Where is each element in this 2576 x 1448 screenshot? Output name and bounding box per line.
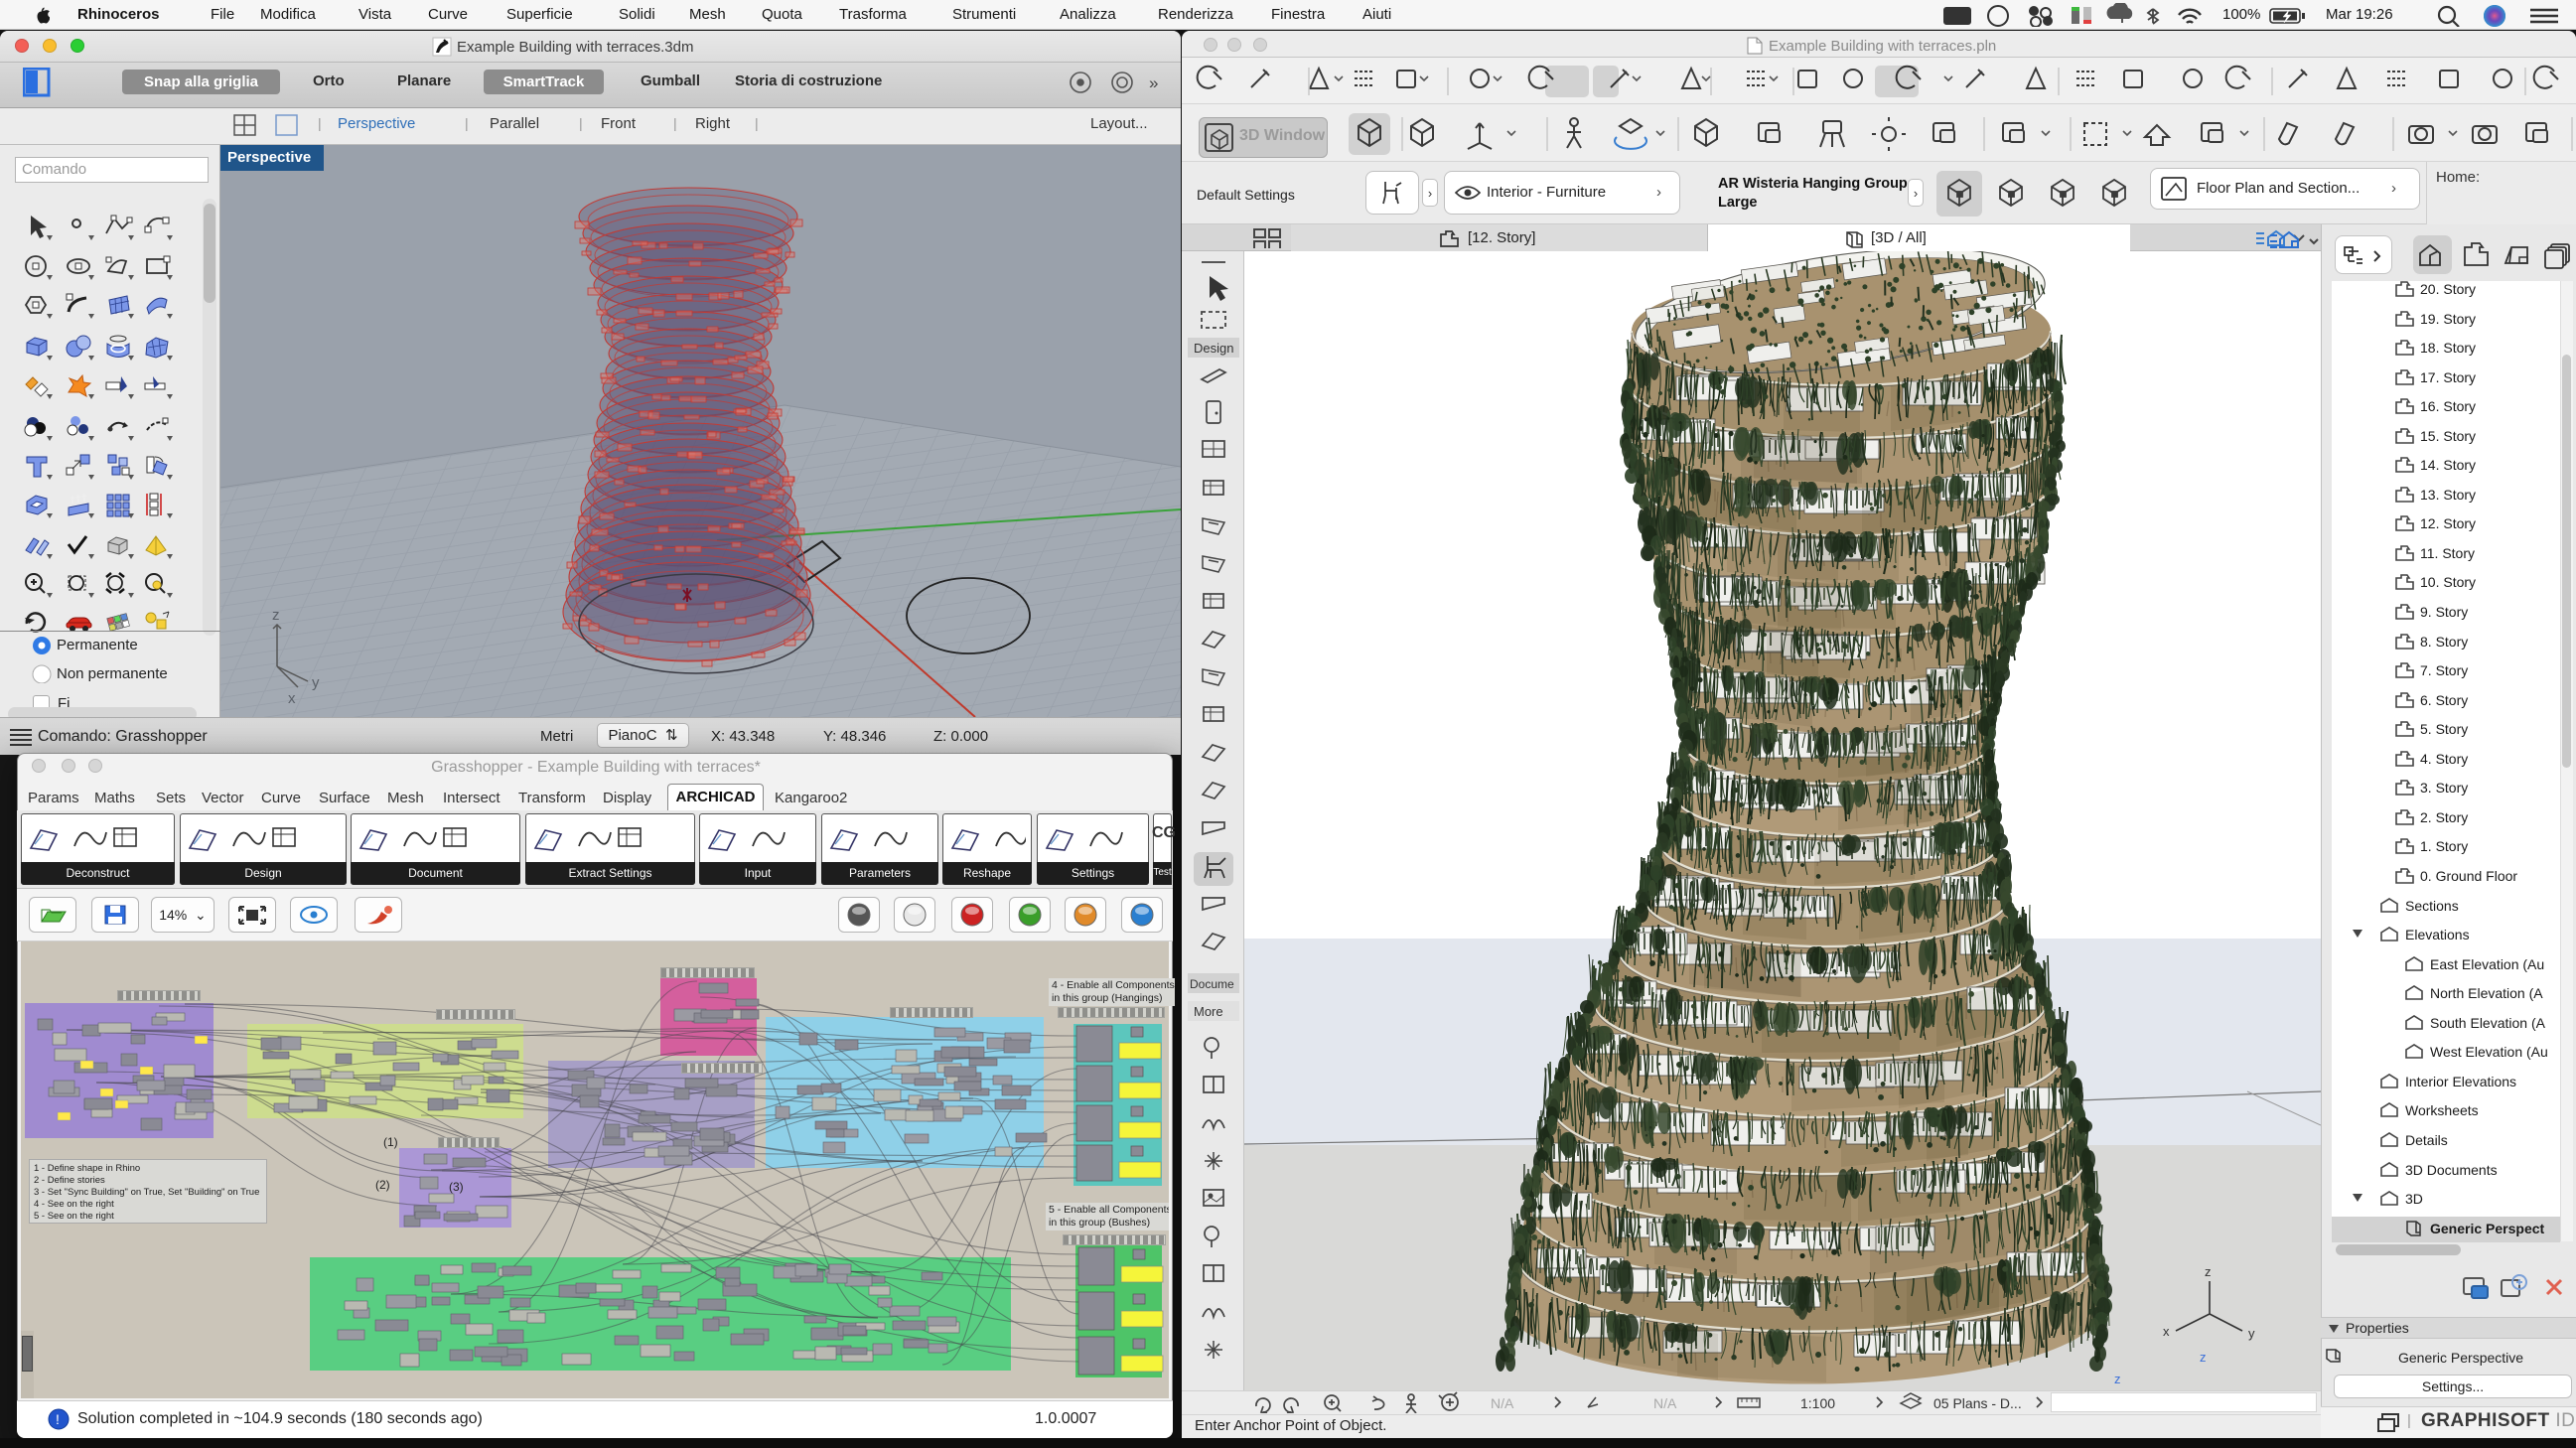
svg-text:05 Plans - D...: 05 Plans - D... [1933, 1395, 2022, 1411]
svg-text:z: z [2205, 1264, 2212, 1279]
svg-text:Docume: Docume [1190, 977, 1234, 991]
svg-text:y: y [312, 674, 320, 691]
svg-text:z: z [2114, 1372, 2121, 1386]
svg-text:x: x [288, 690, 296, 707]
svg-text:z: z [2200, 1350, 2207, 1365]
svg-text:Design: Design [1194, 341, 1233, 356]
svg-text:N/A: N/A [1653, 1395, 1677, 1411]
svg-text:1:100: 1:100 [1800, 1395, 1835, 1411]
svg-text:y: y [2248, 1326, 2255, 1341]
svg-text:x: x [2163, 1324, 2170, 1339]
svg-text:»: » [1149, 73, 1158, 92]
svg-text:More: More [1194, 1004, 1223, 1019]
svg-text:N/A: N/A [1491, 1395, 1514, 1411]
svg-text:!: ! [56, 1411, 60, 1427]
svg-text:z: z [272, 607, 280, 624]
